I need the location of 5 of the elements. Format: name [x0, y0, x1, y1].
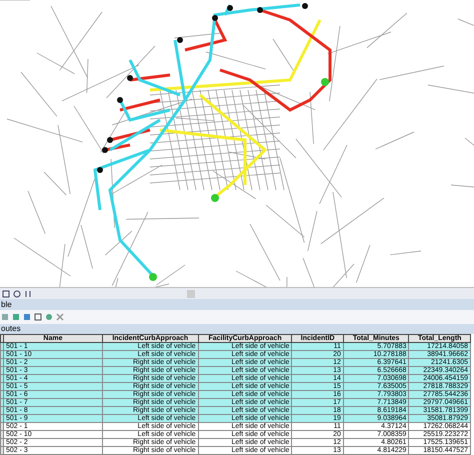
delete-icon[interactable]	[56, 313, 64, 321]
scrollbar-thumb[interactable]	[187, 290, 195, 298]
window-title: ble	[0, 299, 474, 310]
pause-icon[interactable]	[24, 290, 32, 298]
table-tab[interactable]: outes	[0, 324, 474, 334]
